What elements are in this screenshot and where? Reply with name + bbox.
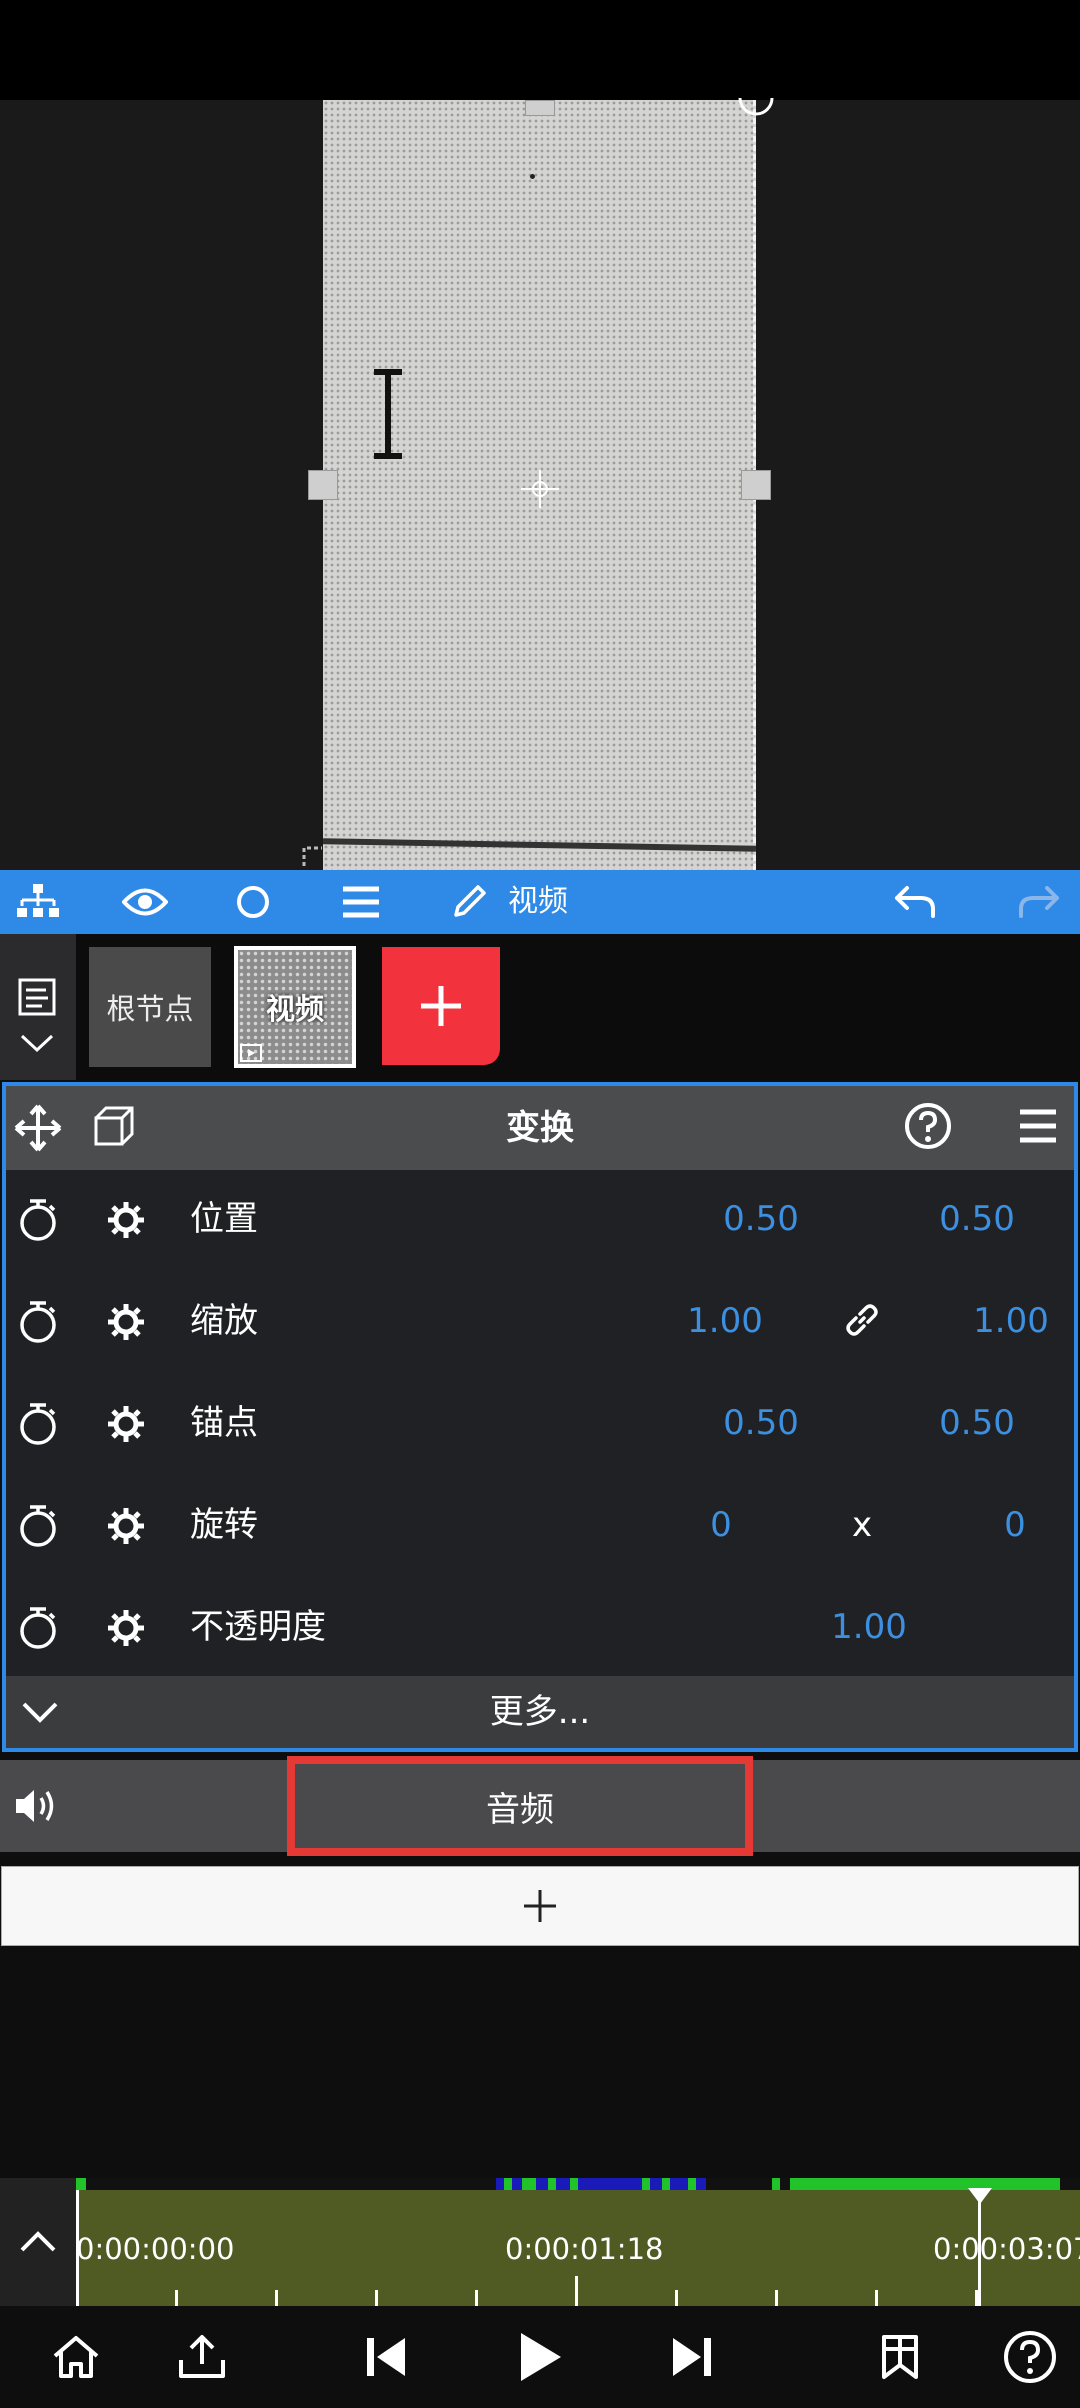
timeline-toggle-button[interactable] (0, 2178, 76, 2306)
dot-mark (530, 174, 535, 179)
layers-toggle-button[interactable] (0, 934, 76, 1080)
add-track-button[interactable] (1, 1866, 1079, 1946)
row-opacity: 不透明度 1.00 (6, 1576, 1074, 1678)
plus-icon (524, 1890, 556, 1922)
bookmark-icon (882, 2335, 918, 2379)
left-resize-handle[interactable] (308, 470, 338, 500)
settings-gear-icon[interactable] (106, 1608, 146, 1648)
keyframe-stopwatch-icon[interactable] (18, 1504, 58, 1548)
help-circle-icon (1004, 2331, 1056, 2383)
rotation-label: 旋转 (190, 1505, 258, 1545)
timeline-activity-bar (76, 2178, 1080, 2190)
settings-gear-icon[interactable] (106, 1302, 146, 1342)
right-resize-handle[interactable] (741, 470, 771, 500)
anchor-x-value[interactable]: 0.50 (686, 1372, 836, 1474)
chevron-down-icon (22, 1702, 58, 1723)
pencil-icon[interactable] (434, 870, 504, 934)
preview-top-bar (0, 0, 1080, 100)
playhead[interactable] (978, 2190, 981, 2306)
corner-handle-icon[interactable] (300, 844, 330, 870)
keyframe-stopwatch-icon[interactable] (18, 1198, 58, 1242)
editor-toolbar: 视频 (0, 870, 1080, 934)
scale-y-value[interactable]: 1.00 (936, 1270, 1080, 1372)
rotation-separator: x (851, 1505, 873, 1545)
text-cursor-icon (374, 369, 402, 459)
audio-label: 音频 (486, 1789, 554, 1830)
opacity-label: 不透明度 (190, 1607, 326, 1647)
chevron-up-icon (20, 2231, 56, 2252)
help-icon[interactable] (904, 1102, 952, 1150)
home-button[interactable] (26, 2306, 126, 2408)
panel-menu-icon[interactable] (1018, 1106, 1058, 1146)
bookmark-button[interactable] (850, 2306, 950, 2408)
play-button[interactable] (490, 2306, 590, 2408)
panel-title: 变换 (506, 1108, 574, 1148)
rotation-x-value[interactable]: 0 (646, 1474, 796, 1576)
hierarchy-icon[interactable] (3, 870, 73, 934)
anchor-y-value[interactable]: 0.50 (902, 1372, 1052, 1474)
film-icon (240, 1044, 262, 1062)
redo-icon[interactable] (1004, 870, 1074, 934)
3d-cube-icon[interactable] (92, 1104, 136, 1148)
row-rotation: 旋转 0 x 0 (6, 1474, 1074, 1576)
skip-forward-button[interactable] (642, 2306, 742, 2408)
help-button[interactable] (980, 2306, 1080, 2408)
anchor-crosshair-icon[interactable] (521, 470, 559, 508)
home-icon (53, 2336, 99, 2378)
skip-forward-icon (673, 2338, 711, 2376)
layer-video-label: 视频 (265, 992, 324, 1026)
row-position: 位置 0.50 0.50 (6, 1168, 1074, 1270)
position-label: 位置 (190, 1199, 258, 1239)
layers-list-icon (18, 978, 56, 1053)
layer-root-node[interactable]: 根节点 (89, 947, 211, 1067)
timecode-end: 0:00:03:07 (933, 2232, 1080, 2266)
rotation-y-value[interactable]: 0 (940, 1474, 1080, 1576)
settings-gear-icon[interactable] (106, 1404, 146, 1444)
settings-gear-icon[interactable] (106, 1200, 146, 1240)
row-anchor: 锚点 0.50 0.50 (6, 1372, 1074, 1474)
toolbar-title: 视频 (508, 884, 568, 919)
plus-icon (421, 986, 461, 1026)
layer-video-node[interactable]: 视频 (234, 946, 356, 1068)
audio-button[interactable]: 音频 (287, 1756, 753, 1856)
position-y-value[interactable]: 0.50 (902, 1168, 1052, 1270)
scale-x-value[interactable]: 1.00 (650, 1270, 800, 1372)
link-icon[interactable] (842, 1300, 882, 1340)
anchor-label: 锚点 (190, 1403, 258, 1443)
playhead-marker-icon[interactable] (966, 2186, 994, 2206)
skip-back-button[interactable] (336, 2306, 436, 2408)
rotate-handle-icon[interactable] (736, 96, 776, 120)
export-button[interactable] (152, 2306, 252, 2408)
row-scale: 缩放 1.00 1.00 (6, 1270, 1074, 1372)
timecode-start: 0:00:00:00 (76, 2232, 235, 2266)
eye-icon[interactable] (110, 870, 180, 934)
circle-icon[interactable] (218, 870, 288, 934)
timecode-mid: 0:00:01:18 (505, 2232, 664, 2266)
play-icon (521, 2333, 561, 2381)
menu-icon[interactable] (326, 870, 396, 934)
more-label: 更多... (489, 1692, 591, 1732)
speaker-icon[interactable] (14, 1786, 60, 1826)
keyframe-stopwatch-icon[interactable] (18, 1402, 58, 1446)
undo-icon[interactable] (880, 870, 950, 934)
keyframe-stopwatch-icon[interactable] (18, 1300, 58, 1344)
opacity-value[interactable]: 1.00 (794, 1576, 944, 1678)
add-layer-button[interactable] (382, 947, 500, 1065)
keyframe-stopwatch-icon[interactable] (18, 1606, 58, 1650)
skip-back-icon (367, 2338, 405, 2376)
settings-gear-icon[interactable] (106, 1506, 146, 1546)
scale-label: 缩放 (190, 1301, 258, 1341)
top-resize-handle[interactable] (525, 100, 555, 116)
position-x-value[interactable]: 0.50 (686, 1168, 836, 1270)
move-icon[interactable] (14, 1104, 62, 1152)
share-upload-icon (179, 2335, 225, 2378)
